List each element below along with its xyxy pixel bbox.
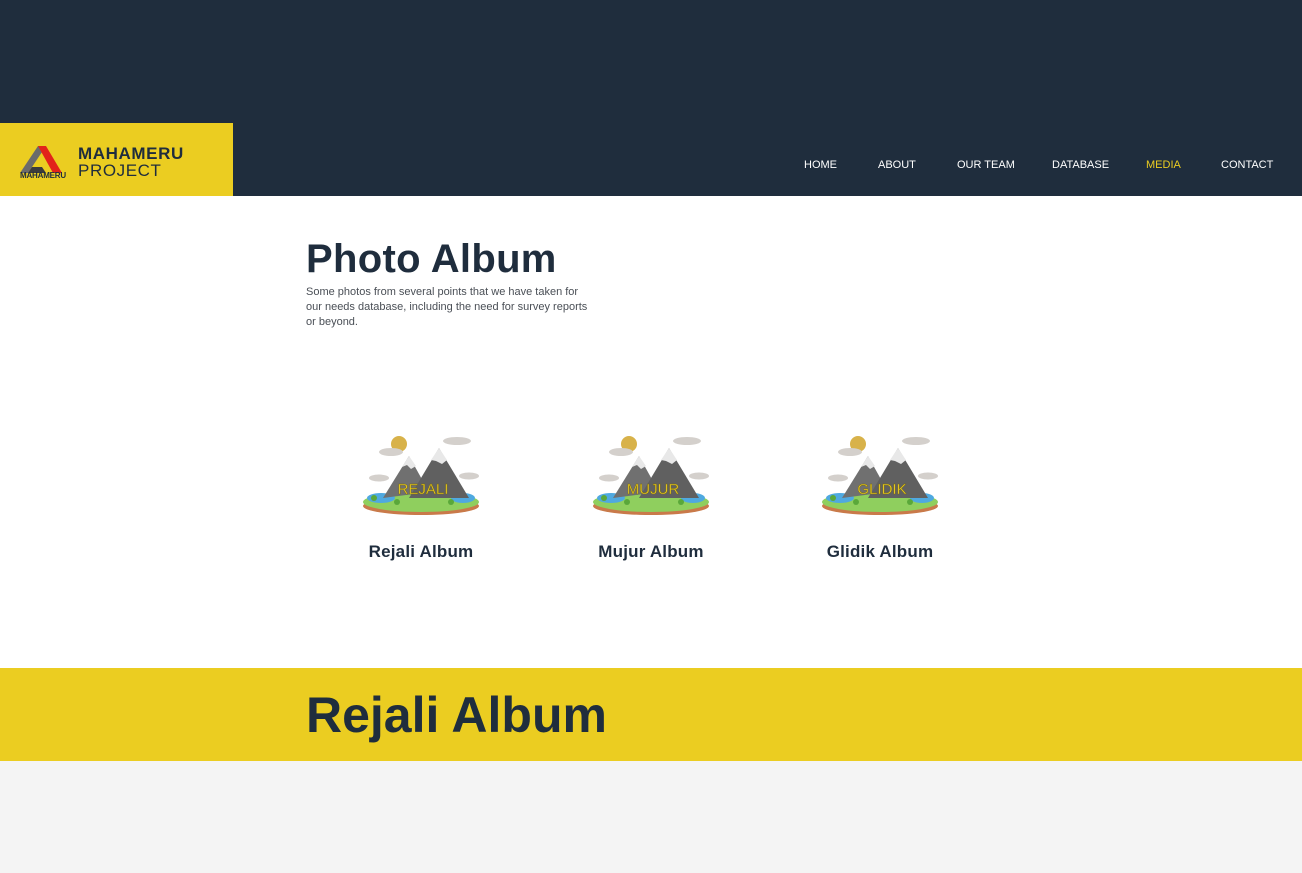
page-description: Some photos from several points that we … bbox=[306, 286, 588, 328]
banner-title: Rejali Album bbox=[306, 687, 607, 743]
page-title: Photo Album bbox=[306, 237, 557, 281]
album-banner: Rejali Album bbox=[0, 668, 1302, 761]
album-card-rejali[interactable]: REJALI Rejali Album bbox=[341, 432, 501, 562]
nav-about[interactable]: ABOUT bbox=[878, 159, 916, 171]
site-header: MAHAMERU MAHAMERU PROJECT HOME ABOUT OUR… bbox=[0, 0, 1302, 196]
album-badge: GLIDIK bbox=[857, 481, 906, 498]
nav-contact[interactable]: CONTACT bbox=[1221, 159, 1273, 171]
nav-database[interactable]: DATABASE bbox=[1052, 159, 1109, 171]
album-card-mujur[interactable]: MUJUR Mujur Album bbox=[571, 432, 731, 562]
album-badge: REJALI bbox=[398, 481, 449, 498]
main-nav: HOME ABOUT OUR TEAM DATABASE MEDIA CONTA… bbox=[0, 159, 1302, 175]
nav-our-team[interactable]: OUR TEAM bbox=[957, 159, 1015, 171]
mountain-island-icon: MUJUR bbox=[593, 436, 709, 515]
album-badge: MUJUR bbox=[627, 481, 680, 498]
album-title: Glidik Album bbox=[826, 542, 934, 561]
mountain-island-icon: REJALI bbox=[363, 436, 479, 515]
mountain-island-icon: GLIDIK bbox=[822, 436, 938, 515]
album-title: Mujur Album bbox=[598, 542, 704, 561]
album-card-glidik[interactable]: GLIDIK Glidik Album bbox=[800, 432, 960, 562]
gallery-area bbox=[0, 761, 1302, 873]
album-title: Rejali Album bbox=[368, 542, 474, 561]
photo-album-section: Photo Album Some photos from several poi… bbox=[0, 196, 1302, 668]
nav-media[interactable]: MEDIA bbox=[1146, 159, 1181, 171]
nav-home[interactable]: HOME bbox=[804, 159, 837, 171]
